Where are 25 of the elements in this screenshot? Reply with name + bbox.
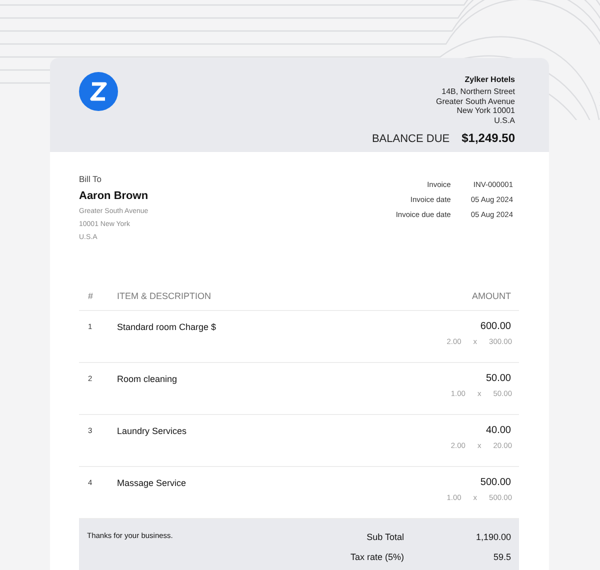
- item-name: Standard room Charge $: [117, 322, 218, 332]
- company-address-line: U.S.A: [494, 116, 515, 125]
- company-name: Zylker Hotels: [464, 75, 515, 84]
- balance-due-label: BALANCE DUE: [372, 133, 450, 145]
- column-header: ITEM & DESCRIPTION: [117, 291, 212, 301]
- total-value: 59.5: [492, 551, 511, 563]
- item-amount: 50.00: [486, 373, 512, 384]
- column-header: #: [87, 291, 94, 301]
- column-header: AMOUNT: [472, 291, 512, 301]
- bill-to-label: Bill To: [79, 174, 103, 184]
- item-amount: 40.00: [486, 425, 512, 436]
- company-address-line: New York 10001: [456, 106, 515, 116]
- company-address-line: Greater South Avenue: [436, 96, 515, 106]
- total-label: Sub Total: [366, 531, 404, 543]
- customer-name: Aaron Brown: [79, 190, 148, 202]
- total-label: Tax rate (5%): [350, 551, 404, 563]
- company-address-line: 14B, Northern Street: [442, 87, 515, 96]
- item-amount: 500.00: [480, 477, 512, 488]
- item-name: Room cleaning: [117, 374, 178, 384]
- item-amount: 600.00: [480, 321, 512, 332]
- item-name: Massage Service: [117, 478, 188, 488]
- balance-due-amount: $1,249.50: [462, 131, 515, 145]
- item-name: Laundry Services: [117, 426, 188, 436]
- total-value: 1,190.00: [474, 531, 511, 543]
- logo-icon: [79, 72, 118, 111]
